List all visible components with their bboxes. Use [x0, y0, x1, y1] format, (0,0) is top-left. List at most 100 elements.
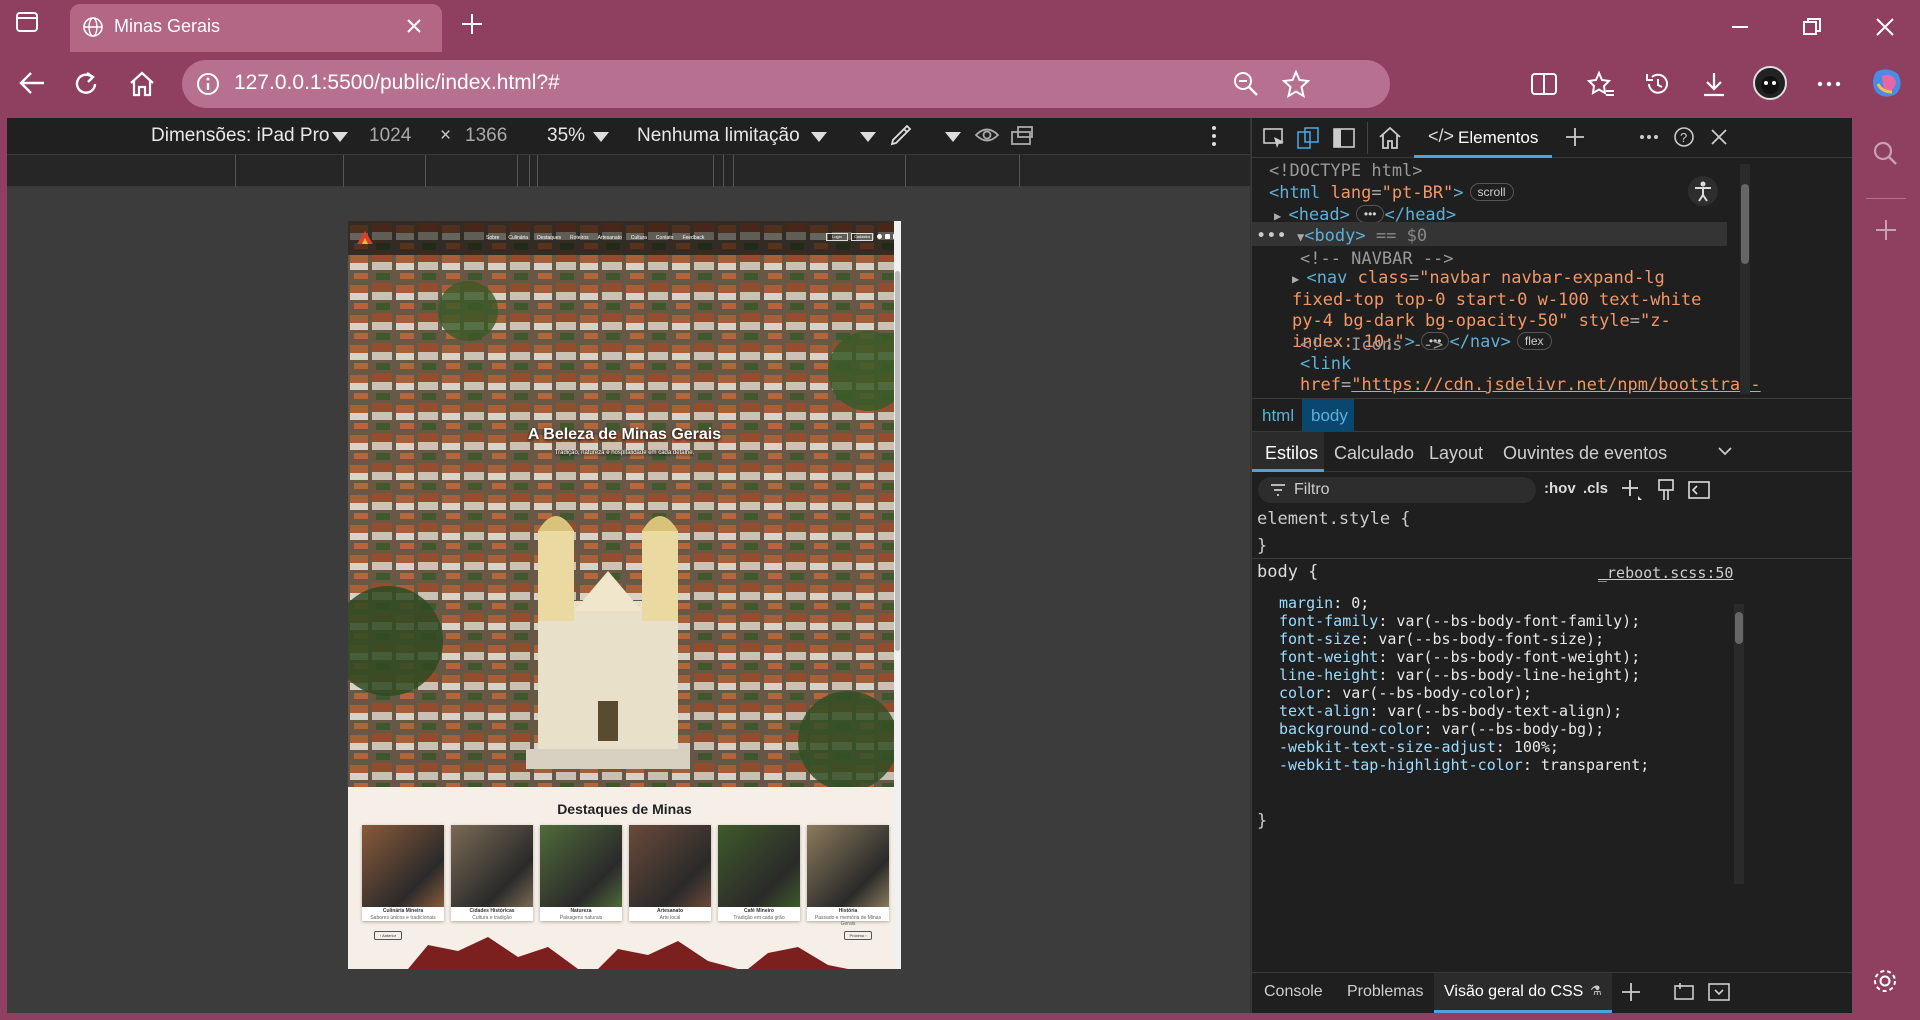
css-value[interactable]: var(--bs-body-text-align);: [1387, 702, 1622, 720]
tab-calculado[interactable]: Calculado: [1334, 443, 1414, 464]
welcome-home-icon[interactable]: [1378, 126, 1402, 150]
css-declaration[interactable]: font-family: var(--bs-body-font-family);: [1279, 612, 1640, 630]
css-property[interactable]: color: [1279, 684, 1324, 702]
close-window-icon[interactable]: [1875, 17, 1895, 37]
browser-tab[interactable]: Minas Gerais: [70, 4, 442, 52]
copilot-icon[interactable]: [1870, 66, 1904, 100]
split-screen-icon[interactable]: [1530, 70, 1558, 98]
eyedropper-icon[interactable]: [889, 123, 913, 147]
tab-console[interactable]: Console: [1264, 983, 1323, 1001]
instagram-icon[interactable]: [885, 234, 890, 239]
highlight-card[interactable]: Artesanato Arte local: [629, 825, 711, 921]
search-icon[interactable]: [1872, 140, 1898, 166]
highlight-card[interactable]: Natureza Paisagens naturais: [540, 825, 622, 921]
css-value[interactable]: var(--bs-body-bg);: [1442, 720, 1605, 738]
css-declaration[interactable]: background-color: var(--bs-body-bg);: [1279, 720, 1604, 738]
css-property[interactable]: margin: [1279, 594, 1333, 612]
tab-elements[interactable]: </> Elementos: [1414, 118, 1552, 158]
dom-scrollbar[interactable]: [1740, 164, 1750, 394]
highlight-card[interactable]: Café Mineiro Tradição em cada grão: [718, 825, 800, 921]
hov-toggle[interactable]: :hov: [1544, 480, 1576, 497]
height-field[interactable]: 1366: [465, 125, 507, 147]
css-value[interactable]: var(--bs-body-font-size);: [1378, 630, 1604, 648]
tab-event-listeners[interactable]: Ouvintes de eventos: [1503, 443, 1667, 464]
more-tools-icon[interactable]: [1638, 126, 1660, 148]
css-property[interactable]: -webkit-tap-highlight-color: [1279, 756, 1523, 774]
nav-link[interactable]: Feedback: [682, 235, 704, 241]
sidebar-toggle-icon[interactable]: [1688, 480, 1710, 500]
new-rule-icon[interactable]: [1620, 478, 1644, 502]
css-property[interactable]: font-family: [1279, 612, 1378, 630]
css-declaration[interactable]: line-height: var(--bs-body-line-height);: [1279, 666, 1640, 684]
help-icon[interactable]: ?: [1673, 126, 1695, 148]
page-scrollbar[interactable]: [894, 221, 901, 969]
zoom-chevron-icon[interactable]: [593, 132, 609, 142]
chevron-down-icon[interactable]: [332, 132, 348, 142]
link-node[interactable]: <link href="https://cdn.jsdelivr.net/npm…: [1300, 354, 1761, 398]
nav-link[interactable]: Culinária: [508, 235, 528, 241]
device-toggle-icon[interactable]: [1296, 126, 1320, 150]
breadcrumb-body[interactable]: body: [1311, 406, 1348, 426]
refresh-icon[interactable]: [72, 70, 100, 98]
close-drawer-icon[interactable]: [1707, 982, 1731, 1002]
minimize-icon[interactable]: [1730, 17, 1750, 37]
css-value[interactable]: var(--bs-body-color);: [1342, 684, 1532, 702]
css-property[interactable]: font-size: [1279, 630, 1360, 648]
styles-scrollbar[interactable]: [1734, 604, 1744, 884]
highlight-card[interactable]: Culinária Mineira Sabores únicos e tradic…: [362, 825, 444, 921]
styles-filter-input[interactable]: Filtro: [1258, 477, 1536, 503]
zoom-select[interactable]: 35%: [547, 125, 585, 147]
facebook-icon[interactable]: [877, 234, 882, 239]
info-icon[interactable]: [196, 72, 220, 96]
eye-icon[interactable]: [974, 124, 1000, 146]
css-property[interactable]: line-height: [1279, 666, 1378, 684]
settings-icon[interactable]: [1872, 968, 1898, 994]
breadcrumb-html[interactable]: html: [1262, 406, 1294, 426]
css-value[interactable]: var(--bs-body-font-weight);: [1396, 648, 1640, 666]
chevron-down-icon[interactable]: [1718, 446, 1732, 456]
nav-link[interactable]: Destaques: [537, 235, 561, 241]
undock-icon[interactable]: [1672, 982, 1696, 1002]
scrollbar-thumb[interactable]: [895, 271, 900, 651]
favorite-star-icon[interactable]: [1282, 70, 1310, 98]
paint-brush-icon[interactable]: [1656, 478, 1676, 502]
tab-css-overview[interactable]: Visão geral do CSS ⚗: [1434, 973, 1612, 1013]
css-value[interactable]: var(--bs-body-line-height);: [1396, 666, 1640, 684]
address-bar[interactable]: 127.0.0.1:5500/public/index.html?#: [182, 60, 1390, 108]
nav-link[interactable]: Artesanato: [598, 235, 622, 241]
body-selector[interactable]: body {: [1257, 561, 1318, 583]
zoom-out-icon[interactable]: [1232, 70, 1260, 98]
rotate-icon[interactable]: [1010, 124, 1036, 148]
new-tab-icon[interactable]: [460, 12, 484, 36]
dimensions-select[interactable]: Dimensões: iPad Pro: [151, 125, 329, 147]
throttle-select[interactable]: Nenhuma limitação: [637, 125, 800, 147]
more-options-icon[interactable]: [1210, 124, 1218, 148]
element-style-selector[interactable]: element.style {: [1257, 508, 1411, 530]
home-icon[interactable]: [128, 70, 156, 98]
css-property[interactable]: background-color: [1279, 720, 1424, 738]
site-logo-icon[interactable]: [356, 229, 374, 245]
restore-icon[interactable]: [1802, 17, 1822, 37]
highlight-card[interactable]: História Passado e memória de Minas Gerai…: [807, 825, 889, 927]
cls-toggle[interactable]: .cls: [1583, 480, 1608, 497]
nav-link[interactable]: Cultura: [631, 235, 647, 241]
source-link[interactable]: _reboot.scss:50: [1598, 564, 1733, 582]
css-property[interactable]: text-align: [1279, 702, 1369, 720]
dom-tree[interactable]: <!DOCTYPE html> <html lang="pt-BR"> scrol…: [1252, 158, 1852, 398]
css-declaration[interactable]: -webkit-text-size-adjust: 100%;: [1279, 738, 1559, 756]
avatar[interactable]: [1753, 66, 1787, 100]
css-property[interactable]: -webkit-text-size-adjust: [1279, 738, 1496, 756]
chevron-down-icon[interactable]: [945, 132, 961, 142]
downloads-icon[interactable]: [1700, 70, 1728, 98]
nav-link[interactable]: Sobre: [486, 235, 499, 241]
tab-actions-icon[interactable]: [16, 12, 38, 32]
css-declaration[interactable]: margin: 0;: [1279, 594, 1369, 612]
add-tab-icon[interactable]: [1564, 126, 1586, 148]
css-value[interactable]: transparent;: [1541, 756, 1649, 774]
css-declaration[interactable]: text-align: var(--bs-body-text-align);: [1279, 702, 1622, 720]
css-declaration[interactable]: color: var(--bs-body-color);: [1279, 684, 1532, 702]
tab-layout[interactable]: Layout: [1429, 443, 1483, 464]
highlight-card[interactable]: Cidades Históricas Cultura e tradição: [451, 825, 533, 921]
history-icon[interactable]: [1644, 70, 1672, 98]
chevron-down-icon[interactable]: [860, 132, 876, 142]
